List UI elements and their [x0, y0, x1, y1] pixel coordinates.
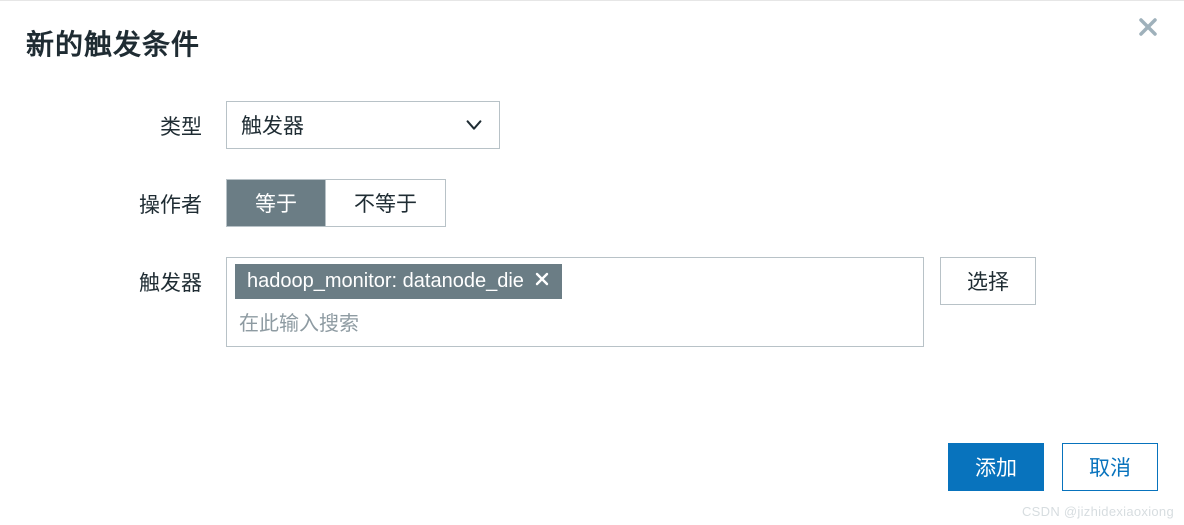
type-select-value: 触发器 — [241, 110, 304, 140]
dialog-footer: 添加 取消 — [948, 443, 1158, 491]
trigger-tag-text: hadoop_monitor: datanode_die — [247, 270, 524, 293]
close-icon — [534, 270, 550, 293]
trigger-tag: hadoop_monitor: datanode_die — [235, 264, 562, 299]
tag-remove-button[interactable] — [534, 270, 550, 293]
dialog-title: 新的触发条件 — [26, 23, 1158, 63]
trigger-search-input[interactable] — [235, 305, 915, 340]
label-trigger: 触发器 — [26, 257, 226, 297]
cancel-button[interactable]: 取消 — [1062, 443, 1158, 491]
row-operator: 操作者 等于 不等于 — [26, 179, 1158, 227]
close-button[interactable] — [1136, 15, 1160, 39]
type-select[interactable]: 触发器 — [226, 101, 500, 149]
chevron-down-icon — [463, 114, 485, 136]
operator-toggle: 等于 不等于 — [226, 179, 446, 227]
row-trigger: 触发器 hadoop_monitor: datanode_die 选择 — [26, 257, 1158, 347]
close-icon — [1136, 26, 1160, 43]
select-trigger-button[interactable]: 选择 — [940, 257, 1036, 305]
label-operator: 操作者 — [26, 179, 226, 219]
watermark-text: CSDN @jizhidexiaoxiong — [1022, 504, 1174, 519]
row-type: 类型 触发器 — [26, 101, 1158, 149]
operator-option-equals[interactable]: 等于 — [227, 180, 325, 226]
operator-option-not-equals[interactable]: 不等于 — [325, 180, 445, 226]
label-type: 类型 — [26, 101, 226, 141]
trigger-tag-input[interactable]: hadoop_monitor: datanode_die — [226, 257, 924, 347]
add-button[interactable]: 添加 — [948, 443, 1044, 491]
new-trigger-condition-dialog: 新的触发条件 类型 触发器 操作者 等于 不等于 触发器 hadoop_mo — [0, 0, 1184, 525]
